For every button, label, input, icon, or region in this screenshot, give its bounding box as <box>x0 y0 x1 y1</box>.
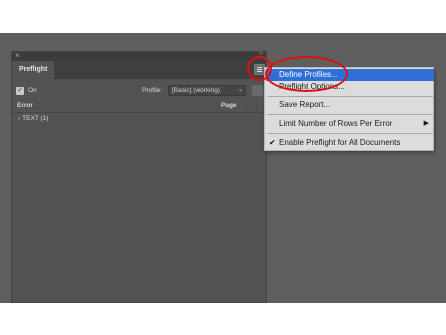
column-header-error[interactable]: Error <box>17 101 33 111</box>
profile-action-icon[interactable] <box>252 85 263 96</box>
submenu-arrow-icon: ▶ <box>423 120 429 127</box>
menu-item-enable-preflight-all-label: Enable Preflight for All Documents <box>279 138 401 147</box>
menu-item-save-report[interactable]: Save Report... <box>266 99 434 111</box>
on-label: On <box>28 87 37 94</box>
annotation-circle-define-profiles <box>265 56 348 92</box>
preflight-controls-row: ✓ On Profile: [Basic] (working) ⌄ <box>16 85 263 98</box>
panel-tabbar: Preflight <box>12 61 266 79</box>
menu-separator <box>267 96 433 97</box>
column-divider[interactable] <box>256 101 257 110</box>
menu-item-limit-rows-label: Limit Number of Rows Per Error <box>279 119 393 128</box>
profile-select-value: [Basic] (working) <box>172 87 221 94</box>
screenshot-stage: × » Preflight ✓ On Profile: [Basic] (wor… <box>0 0 446 335</box>
error-tree-row[interactable]: › TEXT (1) <box>18 114 48 124</box>
profile-label: Profile: <box>142 87 163 94</box>
chevron-down-icon: ⌄ <box>237 87 243 93</box>
on-checkbox[interactable]: ✓ <box>16 87 24 95</box>
close-icon[interactable]: × <box>15 51 20 61</box>
preflight-panel: × » Preflight ✓ On Profile: [Basic] (wor… <box>11 50 267 303</box>
column-divider[interactable] <box>246 101 247 110</box>
menu-item-enable-preflight-all[interactable]: ✔ Enable Preflight for All Documents <box>266 137 434 149</box>
disclosure-arrow-icon[interactable]: › <box>18 114 20 124</box>
menu-separator <box>267 114 433 115</box>
checkmark-icon: ✔ <box>269 138 276 147</box>
profile-select[interactable]: [Basic] (working) ⌄ <box>168 85 246 96</box>
column-header-page[interactable]: Page <box>221 101 237 111</box>
header-divider <box>12 112 266 113</box>
panel-title-strip[interactable]: × » <box>12 50 266 61</box>
error-table-header: Error Page <box>12 101 266 112</box>
error-tree-label: TEXT (1) <box>22 115 49 122</box>
menu-separator <box>267 133 433 134</box>
menu-item-limit-rows[interactable]: Limit Number of Rows Per Error ▶ <box>266 118 434 130</box>
tab-preflight[interactable]: Preflight <box>12 61 54 79</box>
